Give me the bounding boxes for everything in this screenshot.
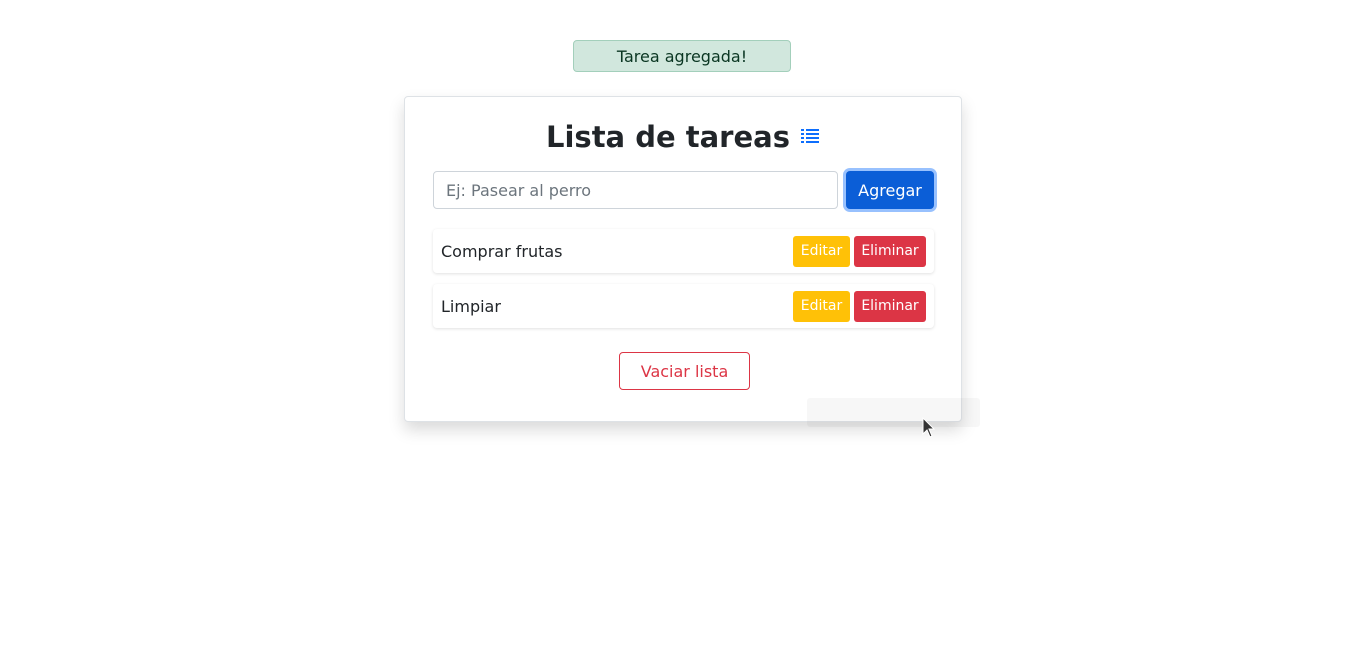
success-toast: Tarea agregada! — [573, 40, 791, 72]
task-text: Comprar frutas — [441, 241, 563, 261]
toast-message: Tarea agregada! — [616, 46, 748, 66]
delete-task-button[interactable]: Eliminar — [854, 235, 926, 267]
page-title: Lista de tareas — [546, 120, 790, 154]
add-task-button[interactable]: Agregar — [846, 171, 934, 209]
title-row: Lista de tareas — [405, 117, 961, 157]
task-item: Limpiar Editar Eliminar — [433, 284, 934, 328]
list-icon — [800, 127, 820, 147]
task-input[interactable] — [433, 171, 838, 209]
clear-list-button[interactable]: Vaciar lista — [619, 352, 750, 390]
faded-overlay — [807, 398, 980, 427]
delete-task-button[interactable]: Eliminar — [854, 290, 926, 322]
edit-task-button[interactable]: Editar — [793, 290, 850, 322]
todo-card: Lista de tareas Agregar Comprar frutas E… — [404, 96, 962, 422]
edit-task-button[interactable]: Editar — [793, 235, 850, 267]
mouse-cursor-icon — [922, 417, 936, 438]
task-item: Comprar frutas Editar Eliminar — [433, 229, 934, 273]
task-text: Limpiar — [441, 296, 501, 316]
